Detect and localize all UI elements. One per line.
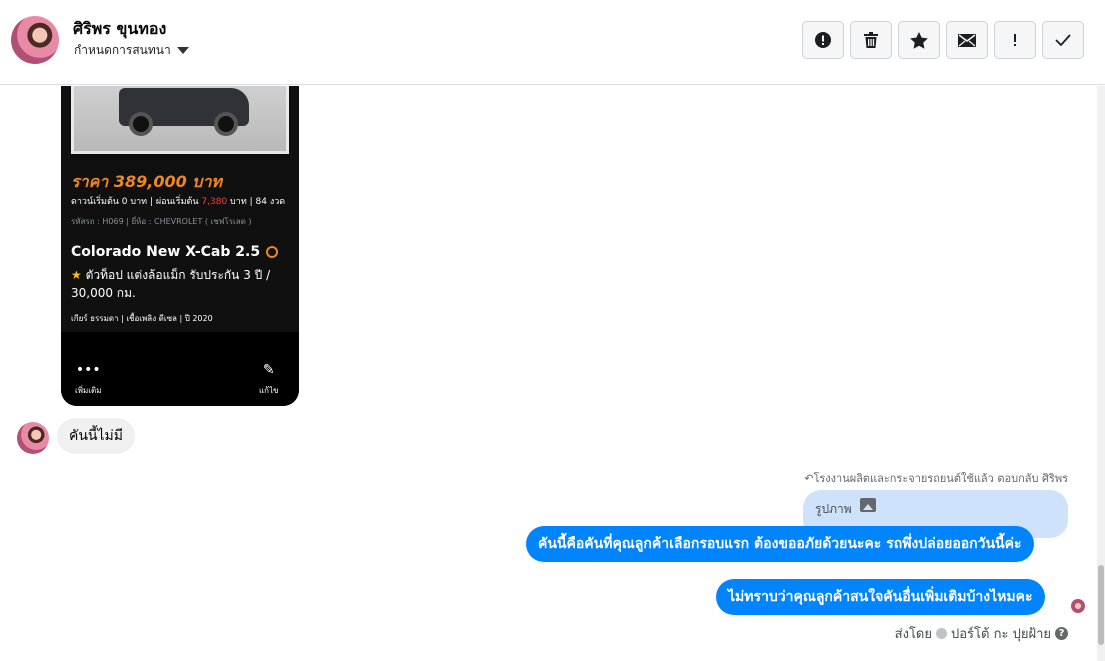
exclamation-icon (1014, 34, 1016, 46)
sender-status-icon (936, 628, 947, 639)
mark-spam-button[interactable] (802, 21, 844, 59)
mark-unread-button[interactable] (946, 21, 988, 59)
mark-done-button[interactable] (1042, 21, 1084, 59)
more-dots-icon: ••• (75, 362, 101, 378)
incoming-message[interactable]: คันนี้ไม่มี (57, 418, 136, 454)
more-button[interactable]: ••• เพิ่มเติม (75, 362, 101, 397)
down-prefix: ดาวน์เริ่มต้น 0 บาท | ผ่อนเริ่มต้น (71, 197, 199, 207)
star-button[interactable] (898, 21, 940, 59)
sender-avatar[interactable] (17, 422, 49, 454)
contact-avatar[interactable] (11, 16, 59, 64)
reply-meta-text: โรงงานผลิตและกระจายรถยนต์ใช้แล้ว ตอบกลับ… (813, 472, 1068, 485)
follow-up-button[interactable] (994, 21, 1036, 59)
car-photo (71, 86, 289, 154)
car-price: ราคา 389,000 บาท (71, 172, 222, 191)
star-icon (910, 31, 928, 49)
image-attachment[interactable]: ราคา 389,000 บาท ดาวน์เริ่มต้น 0 บาท | ผ… (61, 86, 299, 406)
edit-button[interactable]: ✎ แก้ไข (259, 362, 279, 397)
outgoing-message[interactable]: ไม่ทราบว่าคุณลูกค้าสนใจคันอื่นเพิ่มเติมบ… (716, 579, 1045, 615)
sent-by-name: ปอร์โต้ กะ ปุยฝ้าย (951, 627, 1051, 642)
image-icon (859, 498, 876, 512)
reply-metadata: ↶โรงงานผลิตและกระจายรถยนต์ใช้แล้ว ตอบกลั… (804, 469, 1068, 487)
car-code: รหัสรถ : H069 | ยี่ห้อ : CHEVROLET ( เชฟ… (71, 217, 252, 226)
help-icon[interactable]: ? (1055, 627, 1068, 640)
envelope-icon (958, 33, 976, 47)
wheel-image (214, 112, 238, 136)
sent-by-info: ส่งโดย ปอร์โต้ กะ ปุยฝ้าย ? (895, 623, 1068, 644)
wheel-image (129, 112, 153, 136)
delete-button[interactable] (850, 21, 892, 59)
installment-amount: 7,380 (201, 197, 228, 207)
outgoing-message[interactable]: คันนี้คือคันที่คุณลูกค้าเลือกรอบแรก ต้อง… (526, 526, 1034, 562)
car-model-label: Colorado New X-Cab 2.5 (71, 244, 261, 260)
car-description-text: ตัวท็อป แต่งล้อแม็ก รับประกัน 3 ปี / 30,… (71, 268, 271, 300)
scrollbar-thumb[interactable] (1098, 565, 1104, 645)
sent-by-prefix: ส่งโดย (894, 627, 932, 642)
car-model: Colorado New X-Cab 2.5 (71, 244, 279, 260)
check-icon (1055, 34, 1071, 46)
seen-avatar (1071, 599, 1085, 613)
verified-icon (266, 246, 279, 258)
car-specs: เกียร์ ธรรมดา | เชื้อเพลิง ดีเซล | ปี 20… (71, 314, 213, 323)
edit-label: แก้ไข (259, 386, 279, 395)
quoted-label: รูปภาพ (815, 502, 852, 516)
down-payment: ดาวน์เริ่มต้น 0 บาท | ผ่อนเริ่มต้น 7,380… (71, 194, 285, 208)
car-description: ★ ตัวท็อป แต่งล้อแม็ก รับประกัน 3 ปี / 3… (71, 266, 293, 302)
star-icon: ★ (71, 268, 82, 282)
conversation-settings-dropdown[interactable]: กำหนดการสนทนา (74, 41, 189, 60)
phone-action-bar: ••• เพิ่มเติม ✎ แก้ไข (61, 332, 299, 406)
conversation-toolbar (802, 21, 1084, 59)
contact-name[interactable]: ศิริพร ขุนทอง (73, 17, 166, 42)
trash-icon (864, 32, 878, 48)
more-label: เพิ่มเติม (75, 386, 102, 395)
alert-circle-icon (815, 32, 831, 48)
down-suffix: บาท | 84 งวด (230, 197, 286, 207)
conversation-settings-label: กำหนดการสนทนา (74, 43, 171, 57)
conversation-header: ศิริพร ขุนทอง กำหนดการสนทนา (0, 0, 1105, 85)
caret-down-icon (176, 47, 189, 54)
pencil-icon: ✎ (262, 362, 275, 378)
